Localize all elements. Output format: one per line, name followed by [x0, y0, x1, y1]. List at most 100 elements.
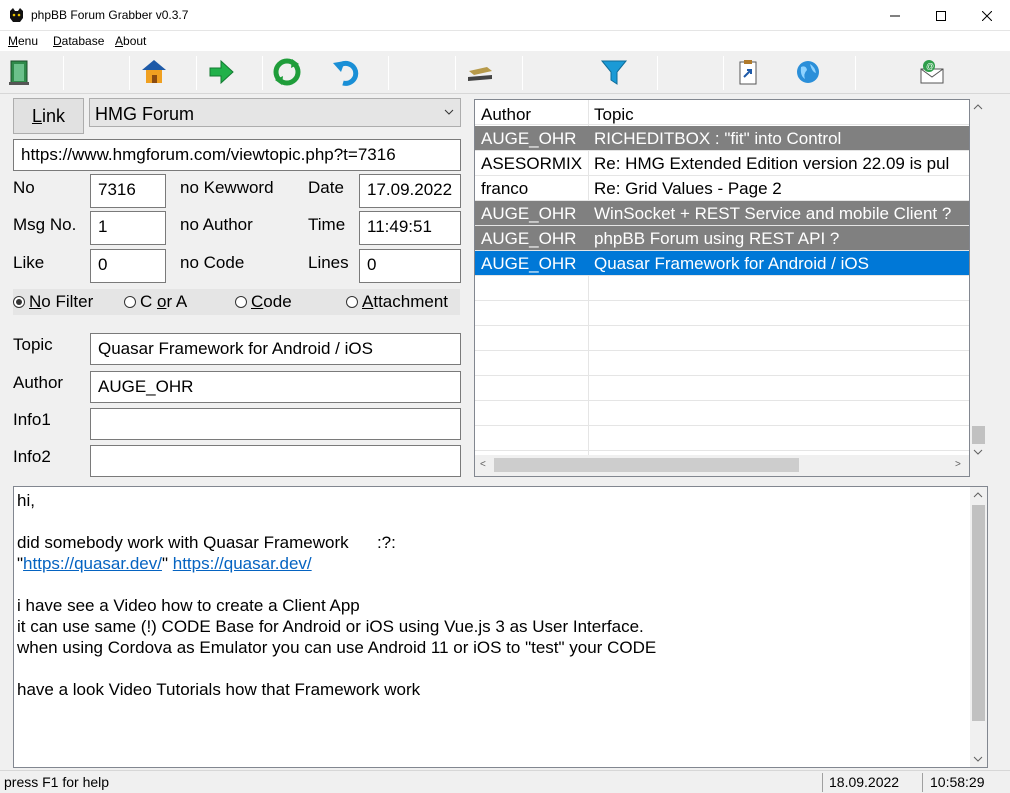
home-button[interactable]: [136, 54, 172, 90]
redo-button[interactable]: [328, 54, 364, 90]
radio-dot: [124, 296, 136, 308]
status-help: press F1 for help: [4, 774, 110, 790]
table-row[interactable]: AUGE_OHR WinSocket + REST Service and mob…: [475, 201, 969, 226]
message-line: i have see a Video how to create a Clien…: [17, 596, 360, 615]
menu-accel: D: [53, 34, 62, 48]
cell-topic: Quasar Framework for Android / iOS: [594, 254, 869, 273]
cell-topic: WinSocket + REST Service and mobile Clie…: [594, 204, 952, 223]
radio-code[interactable]: Code: [235, 292, 292, 312]
no-field[interactable]: 7316: [90, 174, 166, 208]
web-button[interactable]: [790, 54, 826, 90]
go-button[interactable]: [203, 54, 239, 90]
forum-select-value: HMG Forum: [95, 104, 194, 124]
link-button[interactable]: Link: [13, 98, 84, 134]
close-button[interactable]: [964, 0, 1010, 31]
table-row-selected[interactable]: AUGE_OHR Quasar Framework for Android / i…: [475, 251, 969, 276]
lines-field[interactable]: 0: [359, 249, 461, 283]
link-quasar[interactable]: https://quasar.dev/: [173, 554, 312, 573]
scroll-up-icon[interactable]: [973, 104, 983, 110]
menu-item-database[interactable]: Database: [53, 34, 104, 48]
toolbar-separator: [129, 56, 130, 90]
like-field[interactable]: 0: [90, 249, 166, 283]
radio-accel: A: [362, 292, 374, 311]
time-field[interactable]: 11:49:51: [359, 211, 461, 245]
column-header-topic[interactable]: Topic: [594, 105, 634, 125]
clipboard-button[interactable]: [730, 54, 766, 90]
info1-field[interactable]: [90, 408, 461, 440]
exit-button[interactable]: [2, 54, 38, 90]
scroll-left-icon[interactable]: <: [480, 459, 486, 470]
radio-attachment[interactable]: Attachment: [346, 292, 448, 312]
message-vertical-scrollbar[interactable]: [970, 487, 987, 767]
date-field[interactable]: 17.09.2022: [359, 174, 461, 208]
house-icon: [142, 60, 166, 83]
scroll-down-icon[interactable]: [973, 756, 983, 762]
chevron-down-icon: [444, 109, 454, 115]
title-bar: phpBB Forum Grabber v0.3.7: [0, 0, 1010, 31]
svg-text:@: @: [926, 62, 934, 71]
refresh-button[interactable]: [269, 54, 305, 90]
menu-item-about[interactable]: About: [115, 34, 146, 48]
toolbar: @: [0, 51, 1010, 94]
globe-icon: [797, 61, 819, 83]
stapler-button[interactable]: [462, 54, 498, 90]
message-line: hi,: [17, 491, 35, 510]
cell-author: ASESORMIX: [481, 154, 583, 173]
filter-button[interactable]: [596, 54, 632, 90]
scroll-thumb[interactable]: [972, 505, 985, 721]
radio-no-filter[interactable]: No Filter: [13, 292, 93, 312]
grid-horizontal-scrollbar[interactable]: < >: [475, 455, 969, 476]
scroll-right-icon[interactable]: >: [955, 459, 961, 470]
message-body[interactable]: hi, did somebody work with Quasar Framew…: [13, 486, 988, 768]
table-row[interactable]: franco Re: Grid Values - Page 2: [475, 176, 969, 201]
info1-label: Info1: [13, 410, 51, 429]
no-author-label: no Author: [180, 215, 253, 234]
cell-topic: Re: Grid Values - Page 2: [594, 179, 782, 198]
forum-select[interactable]: HMG Forum: [89, 98, 461, 127]
msgno-field[interactable]: 1: [90, 211, 166, 245]
no-label: No: [13, 178, 35, 197]
msgno-label: Msg No.: [13, 215, 77, 234]
url-field[interactable]: https://www.hmgforum.com/viewtopic.php?t…: [13, 139, 461, 171]
toolbar-separator: [657, 56, 658, 90]
lines-label: Lines: [308, 253, 349, 272]
email-icon: @: [920, 60, 944, 84]
grid-vertical-scrollbar[interactable]: [970, 99, 987, 465]
radio-accel: C: [251, 292, 264, 311]
cell-author: AUGE_OHR: [481, 129, 577, 148]
info2-field[interactable]: [90, 445, 461, 477]
scroll-thumb[interactable]: [494, 458, 799, 472]
author-field[interactable]: AUGE_OHR: [90, 371, 461, 403]
status-separator: [922, 773, 923, 792]
column-header-author[interactable]: Author: [481, 105, 531, 125]
minimize-button[interactable]: [872, 0, 918, 31]
message-line: did somebody work with Quasar Framework …: [17, 533, 396, 552]
email-button[interactable]: @: [914, 54, 950, 90]
toolbar-separator: [723, 56, 724, 90]
maximize-button[interactable]: [918, 0, 964, 31]
radio-label: r A: [166, 292, 188, 311]
menu-item-menu[interactable]: Menu: [8, 34, 38, 48]
table-row-empty: [475, 301, 969, 326]
cell-author: AUGE_OHR: [481, 254, 577, 273]
clipboard-icon: [739, 60, 757, 85]
link-quasar[interactable]: https://quasar.dev/: [23, 554, 162, 573]
scroll-thumb[interactable]: [972, 426, 985, 444]
radio-label: ode: [263, 292, 292, 311]
scroll-up-icon[interactable]: [973, 492, 983, 498]
table-row[interactable]: ASESORMIX Re: HMG Extended Edition versio…: [475, 151, 969, 176]
toolbar-separator: [388, 56, 389, 90]
table-row[interactable]: AUGE_OHR RICHEDITBOX : "fit" into Control: [475, 126, 969, 151]
radio-label: o Filter: [41, 292, 94, 311]
table-row[interactable]: AUGE_OHR phpBB Forum using REST API ?: [475, 226, 969, 251]
cell-topic: RICHEDITBOX : "fit" into Control: [594, 129, 842, 148]
window-title: phpBB Forum Grabber v0.3.7: [31, 8, 189, 22]
radio-c-or-a[interactable]: C or A: [124, 292, 187, 312]
toolbar-separator: [522, 56, 523, 90]
status-date: 18.09.2022: [829, 774, 900, 790]
menu-accel: M: [8, 34, 18, 48]
topic-field[interactable]: Quasar Framework for Android / iOS: [90, 333, 461, 365]
status-separator: [822, 773, 823, 792]
filter-funnel-icon: [600, 60, 628, 85]
scroll-down-icon[interactable]: [973, 449, 983, 455]
